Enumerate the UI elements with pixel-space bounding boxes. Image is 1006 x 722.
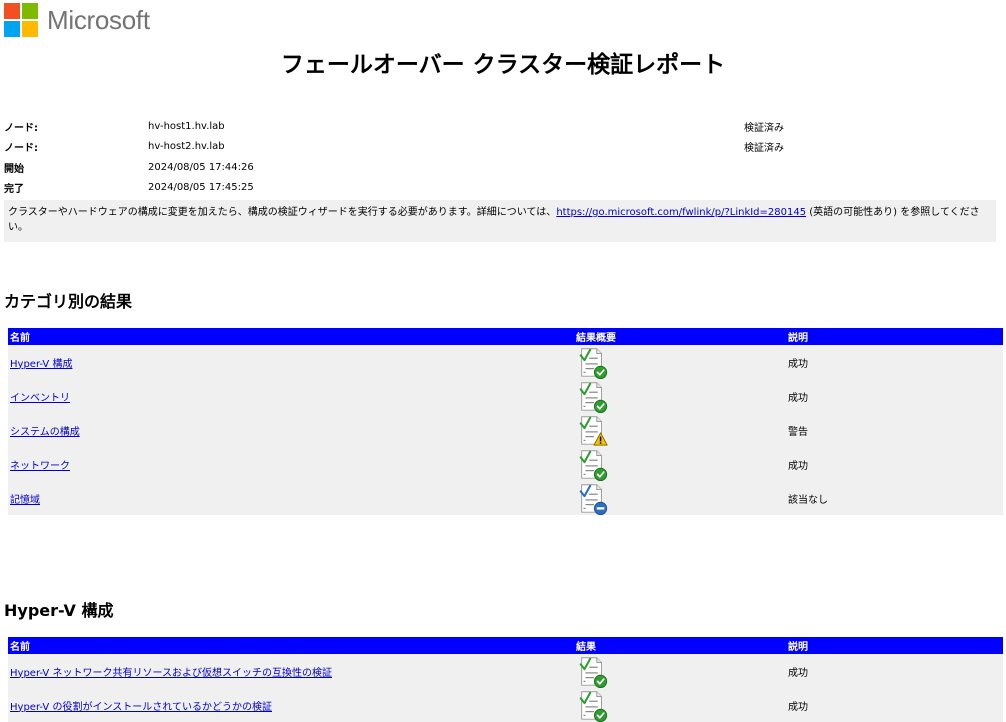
category-results-table: 名前 結果概要 説明 Hyper-V 構成 成功 インベントリ 成功 システムの構成 警告…	[8, 328, 1003, 515]
success-icon	[576, 447, 784, 481]
table-row: Hyper-V ネットワーク共有リソースおよび仮想スイッチの互換性の検証 成功	[8, 654, 1003, 688]
info-row-start: 開始 2024/08/05 17:44:26	[4, 157, 944, 178]
column-header-description: 説明	[788, 333, 808, 344]
info-status: 検証済み	[744, 122, 784, 134]
row-result-cell	[574, 447, 786, 481]
success-icon	[576, 345, 784, 379]
table-row: Hyper-V 構成 成功	[8, 345, 1003, 379]
row-name-cell: 記憶域	[8, 481, 574, 515]
row-name-cell: システムの構成	[8, 413, 574, 447]
fwlink-link[interactable]: https://go.microsoft.com/fwlink/p/?LinkI…	[556, 207, 806, 218]
info-value: hv-host2.hv.lab	[148, 141, 225, 153]
row-name-cell: Hyper-V 構成	[8, 345, 574, 379]
success-icon	[576, 688, 784, 722]
report-title: フェールオーバー クラスター検証レポート	[280, 52, 726, 78]
column-header-name: 名前	[10, 642, 30, 653]
row-name-link[interactable]: ネットワーク	[10, 461, 70, 472]
table-header-row: 名前 結果 説明	[8, 637, 1003, 654]
info-key: ノード:	[4, 143, 38, 155]
row-name-link[interactable]: Hyper-V ネットワーク共有リソースおよび仮想スイッチの互換性の検証	[10, 668, 332, 679]
column-header-summary: 結果概要	[576, 333, 616, 344]
logo-text: Microsoft	[47, 4, 150, 35]
column-header-result: 結果	[576, 642, 596, 653]
info-status: 検証済み	[744, 143, 784, 155]
success-icon	[576, 379, 784, 413]
row-name-cell: Hyper-V の役割がインストールされているかどうかの検証	[8, 688, 574, 722]
info-key: 開始	[4, 163, 24, 175]
column-header-name: 名前	[10, 333, 30, 344]
info-key: 完了	[4, 184, 24, 196]
table-header-row: 名前 結果概要 説明	[8, 328, 1003, 345]
hyperv-results-table: 名前 結果 説明 Hyper-V ネットワーク共有リソースおよび仮想スイッチの互…	[8, 637, 1003, 722]
row-result-cell	[574, 481, 786, 515]
info-value: 2024/08/05 17:44:26	[148, 161, 254, 173]
logo-square-red	[4, 3, 20, 19]
microsoft-logo-icon	[4, 3, 38, 37]
table-row: ネットワーク 成功	[8, 447, 1003, 481]
row-name-cell: Hyper-V ネットワーク共有リソースおよび仮想スイッチの互換性の検証	[8, 654, 574, 688]
row-result-cell	[574, 688, 786, 722]
row-result-cell	[574, 379, 786, 413]
table-row: システムの構成 警告	[8, 413, 1003, 447]
logo-square-yellow	[22, 21, 38, 37]
row-result-cell	[574, 413, 786, 447]
row-name-link[interactable]: 記憶域	[10, 495, 40, 506]
validation-notice: クラスターやハードウェアの構成に変更を加えたら、構成の検証ウィザードを実行する必…	[4, 200, 996, 242]
table-row: インベントリ 成功	[8, 379, 1003, 413]
hyperv-config-heading: Hyper-V 構成	[4, 601, 114, 620]
table-row: Hyper-V の役割がインストールされているかどうかの検証 成功	[8, 688, 1003, 722]
row-name-link[interactable]: Hyper-V の役割がインストールされているかどうかの検証	[10, 702, 272, 713]
row-name-link[interactable]: システムの構成	[10, 427, 80, 438]
info-status	[744, 178, 944, 199]
logo-square-blue	[4, 21, 20, 37]
category-results-heading: カテゴリ別の結果	[4, 292, 133, 311]
microsoft-logo: Microsoft	[4, 3, 150, 37]
info-value: hv-host1.hv.lab	[148, 120, 225, 132]
row-result-cell	[574, 345, 786, 379]
row-name-link[interactable]: インベントリ	[10, 393, 70, 404]
row-description: 成功	[788, 460, 808, 472]
table-row: 記憶域 該当なし	[8, 481, 1003, 515]
report-info-table: ノード: hv-host1.hv.lab 検証済み ノード: hv-host2.…	[4, 116, 944, 198]
row-description: 成功	[788, 392, 808, 404]
info-row-end: 完了 2024/08/05 17:45:25	[4, 178, 944, 199]
notice-text-before: クラスターやハードウェアの構成に変更を加えたら、構成の検証ウィザードを実行する必…	[8, 207, 557, 218]
row-description: 該当なし	[788, 494, 828, 506]
not-applicable-icon	[576, 481, 784, 515]
row-description: 成功	[788, 358, 808, 370]
info-row-node-1: ノード: hv-host1.hv.lab 検証済み	[4, 116, 944, 137]
info-value: 2024/08/05 17:45:25	[148, 182, 254, 194]
info-row-node-2: ノード: hv-host2.hv.lab 検証済み	[4, 137, 944, 158]
info-status	[744, 157, 944, 178]
logo-square-green	[22, 3, 38, 19]
row-name-cell: ネットワーク	[8, 447, 574, 481]
row-description: 成功	[788, 667, 808, 679]
column-header-description: 説明	[788, 642, 808, 653]
success-icon	[576, 654, 784, 688]
row-result-cell	[574, 654, 786, 688]
warning-icon	[576, 413, 784, 447]
row-description: 警告	[788, 426, 808, 438]
row-name-cell: インベントリ	[8, 379, 574, 413]
row-description: 成功	[788, 701, 808, 713]
info-key: ノード:	[4, 122, 38, 134]
row-name-link[interactable]: Hyper-V 構成	[10, 359, 72, 370]
